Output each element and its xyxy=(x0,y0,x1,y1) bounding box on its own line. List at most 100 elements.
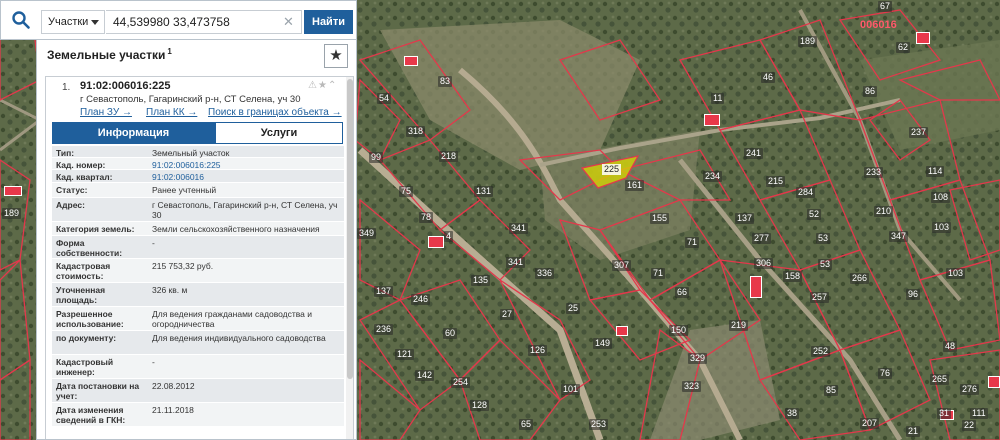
plot-number: 347 xyxy=(889,231,909,242)
plot-number: 83 xyxy=(438,76,453,87)
plot-number: 276 xyxy=(960,384,980,395)
property-value: Для ведения индивидуального садоводства xyxy=(152,333,326,343)
tab-services[interactable]: Услуги xyxy=(215,122,343,144)
plot-number: 318 xyxy=(406,126,426,137)
plot-number: 4 xyxy=(444,231,454,242)
plot-number: 85 xyxy=(824,385,839,396)
building-marker xyxy=(916,32,930,44)
plot-number: 284 xyxy=(796,187,816,198)
result-card: 1. 91:02:006016:225 ⚠★⌃ г Севастополь, Г… xyxy=(45,76,354,439)
scrollbar[interactable] xyxy=(346,77,353,439)
plot-number: 336 xyxy=(535,268,555,279)
property-row: Кадастровый инженер: - xyxy=(52,355,344,379)
plot-number: 215 xyxy=(766,176,786,187)
plot-number: 38 xyxy=(785,408,800,419)
plot-number: 111 xyxy=(970,408,988,419)
property-row: Статус: Ранее учтенный xyxy=(52,183,344,198)
plot-number: 103 xyxy=(946,268,966,279)
plot-number: 219 xyxy=(729,320,749,331)
plot-number: 307 xyxy=(612,260,632,271)
plot-number: 121 xyxy=(395,349,415,360)
plot-number: 149 xyxy=(593,338,613,349)
plot-number: 234 xyxy=(703,171,723,182)
result-address: г Севастополь, Гагаринский р-н, СТ Селен… xyxy=(80,94,301,105)
property-value: - xyxy=(152,357,155,367)
search-input[interactable] xyxy=(106,10,302,34)
property-row: Форма собственности: - xyxy=(52,236,344,259)
plot-number: 323 xyxy=(682,381,702,392)
plot-number: 27 xyxy=(500,309,515,320)
property-value: г Севастополь, Гагаринский р-н, СТ Селен… xyxy=(152,200,338,220)
property-value: - xyxy=(152,238,155,248)
plot-number: 277 xyxy=(752,233,772,244)
plot-number: 246 xyxy=(411,294,431,305)
plot-number: 142 xyxy=(415,370,435,381)
plot-number: 53 xyxy=(818,259,833,270)
property-row: Кадастровая стоимость: 215 753,32 руб. xyxy=(52,259,344,283)
plot-number: 54 xyxy=(377,93,392,104)
building-marker xyxy=(4,186,22,196)
warning-icon[interactable]: ⚠ xyxy=(308,80,318,91)
property-key: Дата изменения сведений в ГКН: xyxy=(56,405,126,425)
plot-number: 75 xyxy=(399,186,414,197)
search-type-label: Участки xyxy=(48,16,89,28)
search-bar: Участки ✕ Найти xyxy=(0,0,357,40)
plot-number: 233 xyxy=(864,167,884,178)
info-panel: Земельные участки 1 ★ 1. 91:02:006016:225… xyxy=(36,40,357,440)
plot-number: 48 xyxy=(943,341,958,352)
highlighted-plot-label[interactable]: 225 xyxy=(602,164,622,175)
plot-number: 131 xyxy=(474,186,494,197)
property-value: Земли сельскохозяйственного назначения xyxy=(152,224,320,234)
find-button[interactable]: Найти xyxy=(304,10,353,34)
plot-number: 62 xyxy=(896,42,911,53)
result-count: 1 xyxy=(167,47,172,56)
property-value: 22.08.2012 xyxy=(152,381,195,391)
tab-information[interactable]: Информация xyxy=(52,122,215,144)
plot-number: 349 xyxy=(357,228,377,239)
plot-number: 71 xyxy=(685,237,700,248)
property-value[interactable]: 91:02:006016:225 xyxy=(152,160,342,170)
result-cad-number[interactable]: 91:02:006016:225 xyxy=(80,80,171,92)
plot-number: 218 xyxy=(439,151,459,162)
property-key: Категория земель: xyxy=(56,224,135,234)
property-key: Уточненная площадь: xyxy=(56,285,106,305)
property-value[interactable]: 91:02:006016 xyxy=(152,172,342,182)
plot-number: 252 xyxy=(811,346,831,357)
plot-number: 53 xyxy=(816,233,831,244)
building-marker xyxy=(404,56,418,66)
plot-number: 341 xyxy=(506,257,526,268)
property-row: Адрес: г Севастополь, Гагаринский р-н, СТ… xyxy=(52,198,344,222)
result-action-icons[interactable]: ⚠★⌃ xyxy=(308,80,337,91)
property-row: Дата постановки на учет: 22.08.2012 xyxy=(52,379,344,403)
favorite-button[interactable]: ★ xyxy=(324,44,348,68)
plot-number: 126 xyxy=(528,345,548,356)
panel-title: Земельные участки 1 xyxy=(47,47,172,62)
property-value: Земельный участок xyxy=(152,148,230,158)
plot-number: 137 xyxy=(735,213,755,224)
plot-number: 31 xyxy=(937,408,952,419)
chevron-up-icon[interactable]: ⌃ xyxy=(328,80,337,91)
plot-number: 155 xyxy=(650,213,670,224)
plot-number: 207 xyxy=(860,418,880,429)
property-value: 215 753,32 руб. xyxy=(152,261,214,271)
property-list: Тип: Земельный участок Кад. номер: 91:02:0… xyxy=(52,146,344,427)
property-value: 21.11.2018 xyxy=(152,405,194,415)
search-in-bounds-link[interactable]: Поиск в границах объекта → xyxy=(208,107,342,118)
plot-number: 189 xyxy=(798,36,818,47)
close-icon[interactable]: ✕ xyxy=(283,14,294,30)
plot-number: 329 xyxy=(688,353,708,364)
search-type-select[interactable]: Участки xyxy=(41,10,105,34)
property-key: Кад. квартал: xyxy=(56,172,113,182)
search-icon[interactable] xyxy=(11,10,31,30)
property-key: Форма собственности: xyxy=(56,238,123,258)
star-outline-icon[interactable]: ★ xyxy=(318,80,328,91)
panel-header: Земельные участки 1 ★ xyxy=(37,40,356,74)
plot-number: 108 xyxy=(931,192,951,203)
plan-zu-link[interactable]: План ЗУ → xyxy=(80,107,132,118)
plot-number: 86 xyxy=(863,86,878,97)
scrollbar-thumb[interactable] xyxy=(347,79,353,379)
plan-kk-link[interactable]: План КК → xyxy=(146,107,197,118)
property-row: Кад. номер: 91:02:006016:225 xyxy=(52,158,344,170)
plot-number: 161 xyxy=(625,180,645,191)
plot-number: 135 xyxy=(471,275,491,286)
